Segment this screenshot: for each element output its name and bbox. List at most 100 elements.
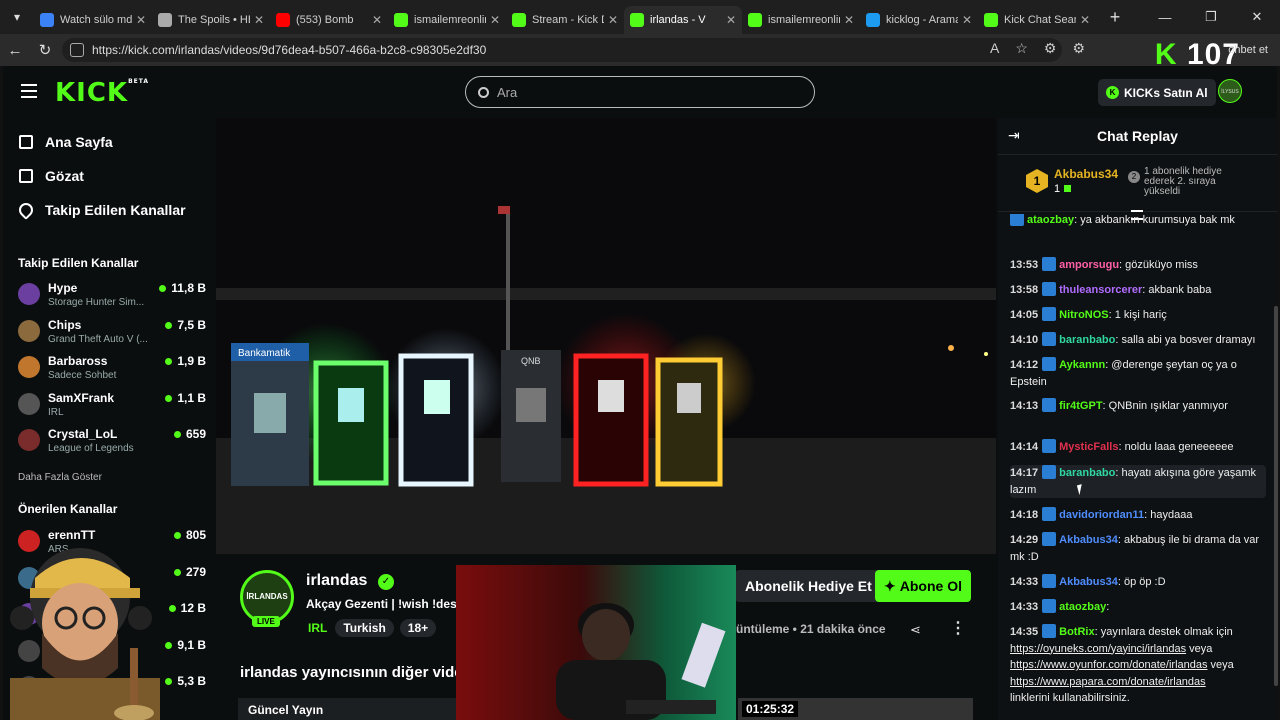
message-time: 13:58 [1010,284,1039,296]
menu-icon[interactable] [21,84,37,98]
message-username[interactable]: ataozbay [1059,601,1106,613]
channel-avatar [18,356,40,379]
read-aloud-icon[interactable]: A [990,40,999,57]
tab-list-icon[interactable]: ▾ [0,0,34,34]
sidebar-channel[interactable]: Barbaross Sadece Sohbet 1,9 B [18,354,206,388]
close-tab-icon[interactable]: ✕ [136,13,146,27]
subscribe-button[interactable]: ✦ Abone Ol [875,570,971,602]
sidebar-channel[interactable]: Hype Storage Hunter Sim... 11,8 B [18,281,206,315]
channel-name: Hype [48,281,78,295]
close-tab-icon[interactable]: ✕ [490,13,500,27]
message-username[interactable]: Aykannn [1059,359,1105,371]
browser-tab[interactable]: kicklog - Arama ✕ [860,6,978,34]
close-tab-icon[interactable]: ✕ [254,13,264,27]
close-window-icon[interactable]: ✕ [1234,0,1280,34]
site-info-icon[interactable] [70,43,84,57]
sidebar-channel[interactable]: SamXFrank IRL 1,1 B [18,391,206,425]
browser-tab[interactable]: Watch sülo md | ✕ [34,6,152,34]
sidebar-item-following[interactable]: Takip Edilen Kanallar [16,200,186,220]
message-username[interactable]: baranbabo [1059,467,1115,479]
message-username[interactable]: baranbabo [1059,334,1115,346]
message-username[interactable]: MysticFalls [1059,441,1118,453]
message-username[interactable]: thuleansorcerer [1059,284,1142,296]
user-badge-icon [1042,465,1057,479]
kick-logo[interactable]: KICKBETA [55,78,149,108]
message-username[interactable]: Akbabus34 [1059,576,1118,588]
channel-name[interactable]: irlandas [306,572,367,590]
sidebar-channel[interactable]: Crystal_LoL League of Legends 659 [18,427,206,461]
tab-strip: Watch sülo md | ✕ The Spoils • HB ✕ (553) Bo… [34,0,1096,34]
close-tab-icon[interactable]: ✕ [844,13,854,27]
share-icon[interactable]: ⋖ [910,622,921,638]
new-tab-button[interactable]: + [1100,7,1130,28]
tab-favicon-icon [40,13,54,27]
message-username[interactable]: NitroNOS [1059,309,1109,321]
user-badge-icon [1042,574,1057,588]
pinned-leaderboard: 1 Akbabus34 1 1 abonelik hediye ederek 2… [998,154,1277,212]
message-time: 14:33 [1010,601,1039,613]
browser-tab[interactable]: Kick Chat Searc ✕ [978,6,1096,34]
message-username[interactable]: davidoriordan11 [1059,509,1144,521]
settings-icon[interactable]: ⚙ [1072,40,1085,57]
message-link[interactable]: https://oyuneks.com/yayinci/irlandas [1010,643,1186,655]
message-username[interactable]: Akbabus34 [1059,534,1118,546]
close-tab-icon[interactable]: ✕ [1080,13,1090,27]
chat-message: 13:53 amporsugu: gözüküyo miss [1010,257,1266,274]
sidebar-item-browse[interactable]: Gözat [19,168,84,184]
message-time: 14:18 [1010,509,1039,521]
video-player[interactable]: Bankamatik QNB [216,118,996,554]
pinned-user[interactable]: Akbabus34 [1054,167,1118,181]
browser-tab[interactable]: ismailemreonlin ✕ [388,6,506,34]
close-tab-icon[interactable]: ✕ [608,13,618,27]
search-input[interactable]: Ara [465,76,815,108]
channel-name: Barbaross [48,354,108,369]
user-avatar[interactable]: İLYSUS [1218,79,1242,103]
gift-subscription-button[interactable]: Abonelik Hediye Et [735,570,882,602]
qnb-label: QNB [521,356,541,366]
message-time: 14:10 [1010,334,1039,346]
channel-category: Sadece Sohbet [48,370,117,382]
message-username[interactable]: fir4tGPT [1059,400,1102,412]
url-text: https://kick.com/irlandas/videos/9d76dea… [92,43,487,57]
reload-icon[interactable]: ↻ [30,41,60,59]
message-link[interactable]: https://www.papara.com/donate/irlandas [1010,676,1206,688]
tag-pill[interactable]: Turkish [335,619,394,637]
extensions-icon[interactable]: ⚙ [1044,40,1057,57]
user-badge-icon [1042,532,1057,546]
buy-kicks-button[interactable]: K KICKs Satın Al [1098,79,1216,106]
top-navigation: KICKBETA Ara K KICKs Satın Al İLYSUS [3,66,1277,118]
sidebar-item-home[interactable]: Ana Sayfa [19,134,113,150]
message-link[interactable]: https://www.oyunfor.com/donate/irlandas [1010,659,1208,671]
close-tab-icon[interactable]: ✕ [962,13,972,27]
browser-tab[interactable]: irlandas - V ✕ [624,6,742,34]
message-username[interactable]: amporsugu [1059,259,1119,271]
tag-pill[interactable]: 18+ [399,619,437,637]
message-username[interactable]: ataozbay [1027,214,1074,226]
chat-message: 14:17 baranbabo: hayatı akışına göre yaşa… [1010,465,1266,498]
browse-icon [19,169,33,183]
browser-tab[interactable]: The Spoils • HB ✕ [152,6,270,34]
channel-category: IRL [48,406,64,418]
address-bar[interactable]: https://kick.com/irlandas/videos/9d76dea… [62,38,1062,62]
sidebar-channel[interactable]: Chips Grand Theft Auto V (... 7,5 B [18,318,206,352]
message-username[interactable]: BotRix [1059,626,1094,638]
browser-tab[interactable]: ismailemreonlin ✕ [742,6,860,34]
current-stream-card[interactable]: Güncel Yayın [238,698,468,720]
back-icon[interactable]: ← [0,42,30,59]
channel-category: Grand Theft Auto V (... [48,333,148,345]
chat-message: ataozbay: ya akbankın kurumsuya bak mk [1010,214,1266,229]
chat-scrollbar[interactable] [1274,306,1278,686]
close-tab-icon[interactable]: ✕ [726,13,736,27]
favorite-icon[interactable]: ☆ [1015,40,1028,57]
tab-favicon-icon [984,13,998,27]
category-link[interactable]: IRL [306,619,329,637]
browser-tab[interactable]: Stream - Kick D ✕ [506,6,624,34]
show-more-link[interactable]: Daha Fazla Göster [18,472,102,483]
message-text: : yayınlara destek olmak için [1094,626,1233,638]
close-tab-icon[interactable]: ✕ [372,13,382,27]
maximize-icon[interactable]: ❐ [1188,0,1234,34]
more-options-icon[interactable]: ⋮ [950,618,966,638]
browser-tab[interactable]: (553) Bomb ✕ [270,6,388,34]
search-placeholder: Ara [497,84,518,100]
minimize-icon[interactable]: — [1142,0,1188,34]
